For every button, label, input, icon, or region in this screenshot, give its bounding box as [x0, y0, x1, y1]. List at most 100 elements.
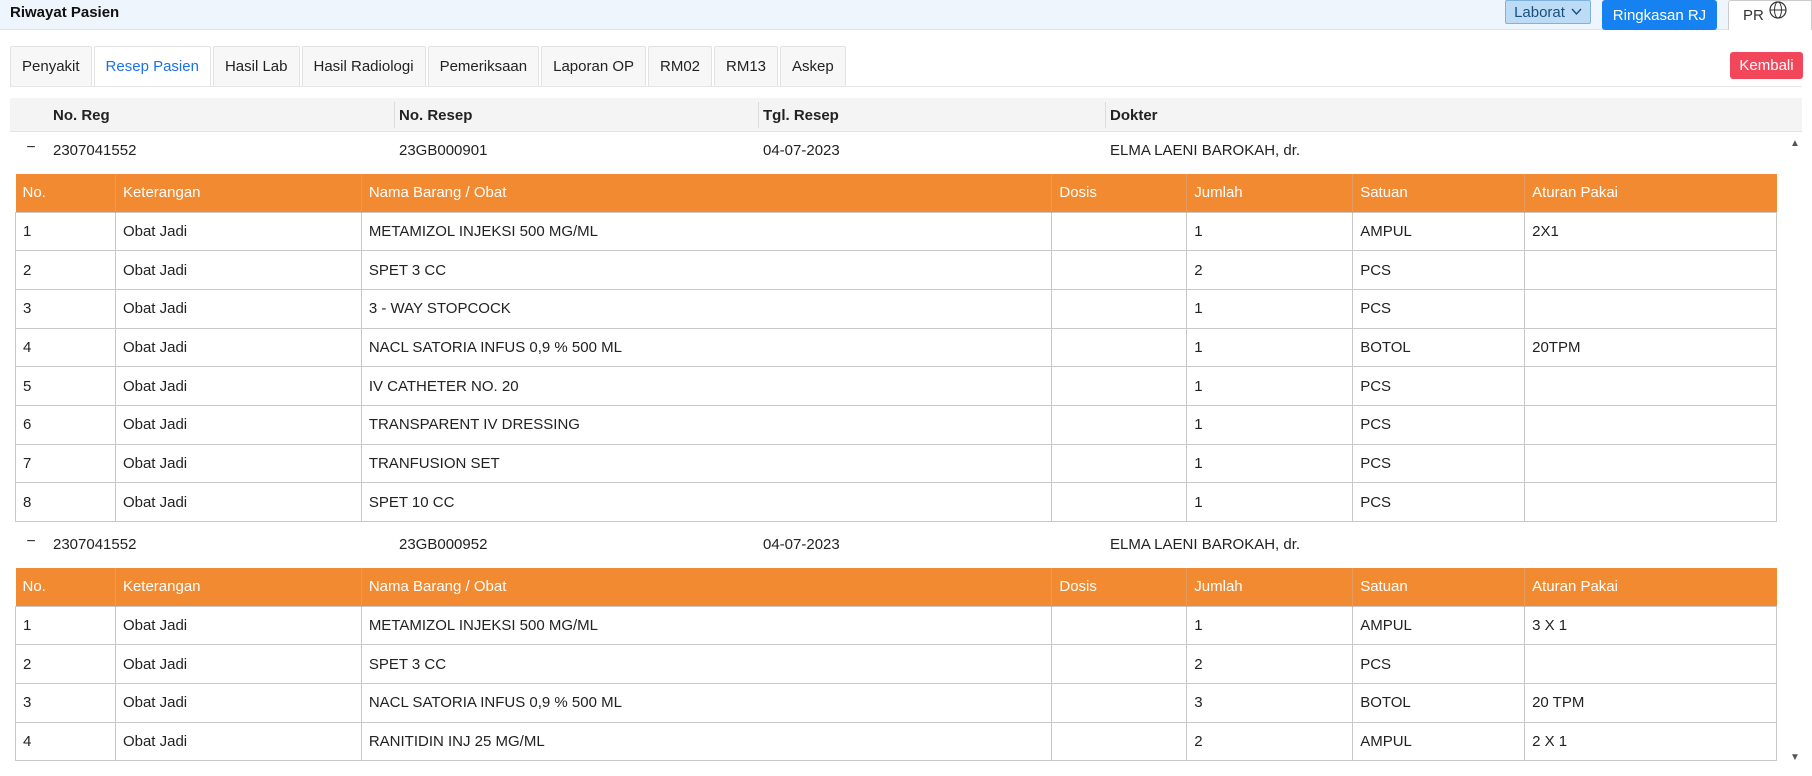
page-title: Riwayat Pasien — [10, 4, 120, 21]
col-aturan-pakai-header[interactable]: Aturan Pakai — [1524, 174, 1777, 212]
detail-table: No. Keterangan Nama Barang / Obat Dosis Juml… — [15, 174, 1777, 522]
table-row[interactable]: 2 Obat Jadi SPET 3 CC 2 PCS — [15, 250, 1777, 290]
col-aturan-pakai-cell — [1524, 404, 1777, 445]
col-no-cell: 4 — [15, 327, 116, 368]
ringkasan-rj-button[interactable]: Ringkasan RJ — [1602, 0, 1717, 30]
col-jumlah-cell: 1 — [1186, 366, 1354, 406]
tab-laporan-op[interactable]: Laporan OP — [541, 46, 646, 86]
column-divider — [1105, 102, 1106, 128]
col-jumlah-header[interactable]: Jumlah — [1186, 568, 1354, 606]
col-aturan-pakai-header[interactable]: Aturan Pakai — [1524, 568, 1777, 606]
scroll-up-icon[interactable]: ▲ — [1788, 138, 1802, 150]
tab-askep[interactable]: Askep — [780, 46, 846, 86]
col-aturan-pakai-cell — [1524, 443, 1777, 484]
col-no-cell: 1 — [15, 605, 116, 646]
col-keterangan-header[interactable]: Keterangan — [115, 174, 362, 212]
table-row[interactable]: 5 Obat Jadi IV CATHETER NO. 20 1 PCS — [15, 366, 1777, 406]
grid-header: No. Reg No. Resep Tgl. Resep Dokter — [10, 98, 1802, 132]
col-keterangan-header[interactable]: Keterangan — [115, 568, 362, 606]
tab-hasil-lab[interactable]: Hasil Lab — [212, 46, 300, 86]
tab-bar: Penyakit Resep Pasien Hasil Lab Hasil Radio… — [10, 46, 848, 86]
col-keterangan-cell: Obat Jadi — [114, 404, 362, 445]
col-satuan-cell: PCS — [1352, 443, 1526, 484]
col-no-header[interactable]: No. — [15, 174, 116, 212]
tab-penyakit[interactable]: Penyakit — [10, 46, 92, 86]
col-satuan-header[interactable]: Satuan — [1352, 174, 1526, 212]
col-keterangan-cell: Obat Jadi — [114, 644, 362, 684]
column-divider — [758, 102, 759, 128]
col-aturan-pakai-cell: 2X1 — [1524, 211, 1777, 252]
table-row[interactable]: 3 Obat Jadi 3 - WAY STOPCOCK 1 PCS — [15, 288, 1777, 329]
tab-hasil-radiologi[interactable]: Hasil Radiologi — [301, 46, 426, 86]
table-row[interactable]: 3 Obat Jadi NACL SATORIA INFUS 0,9 % 500 M… — [15, 682, 1777, 723]
col-dosis-cell — [1051, 644, 1188, 684]
table-row[interactable]: 7 Obat Jadi TRANFUSION SET 1 PCS — [15, 443, 1777, 484]
col-aturan-pakai-cell: 20TPM — [1524, 327, 1777, 368]
col-nama-barang-cell: TRANSPARENT IV DRESSING — [360, 404, 1053, 445]
col-nama-barang-cell: RANITIDIN INJ 25 MG/ML — [360, 721, 1053, 762]
master-row[interactable]: − 2307041552 23GB000901 04-07-2023 ELMA … — [10, 133, 1802, 169]
master-row[interactable]: − 2307041552 23GB000952 04-07-2023 ELMA … — [10, 527, 1802, 563]
col-keterangan-cell: Obat Jadi — [114, 288, 362, 329]
tab-pemeriksaan[interactable]: Pemeriksaan — [427, 46, 540, 86]
col-no-cell: 3 — [15, 682, 116, 723]
col-dosis-cell — [1051, 721, 1188, 762]
col-no-cell: 2 — [15, 250, 116, 290]
col-nama-barang-cell: TRANFUSION SET — [360, 443, 1053, 484]
laborat-dropdown[interactable]: Laborat — [1505, 0, 1591, 24]
col-jumlah-header[interactable]: Jumlah — [1186, 174, 1354, 212]
dokter: ELMA LAENI BAROKAH, dr. — [1110, 536, 1301, 553]
col-no-header[interactable]: No. — [15, 568, 116, 606]
tab-rm02[interactable]: RM02 — [648, 46, 713, 86]
col-aturan-pakai-cell — [1524, 250, 1777, 290]
col-keterangan-cell: Obat Jadi — [114, 605, 362, 646]
col-no-cell: 5 — [15, 366, 116, 406]
col-header-dokter: Dokter — [1110, 107, 1158, 124]
col-no-cell: 3 — [15, 288, 116, 329]
column-divider — [394, 102, 395, 128]
col-nama-barang-cell: METAMIZOL INJEKSI 500 MG/ML — [360, 605, 1053, 646]
col-nama-barang-header[interactable]: Nama Barang / Obat — [361, 568, 1053, 606]
table-row[interactable]: 1 Obat Jadi METAMIZOL INJEKSI 500 MG/ML 1 AM… — [15, 605, 1777, 646]
kembali-button[interactable]: Kembali — [1730, 52, 1803, 79]
collapse-icon[interactable]: − — [24, 534, 38, 550]
pr-button[interactable]: PR — [1728, 0, 1812, 30]
detail-table: No. Keterangan Nama Barang / Obat Dosis Juml… — [15, 568, 1777, 762]
tab-resep-pasien[interactable]: Resep Pasien — [93, 46, 211, 86]
resep-grid: No. Reg No. Resep Tgl. Resep Dokter — [10, 98, 1802, 132]
col-no-cell: 1 — [15, 211, 116, 252]
col-keterangan-cell: Obat Jadi — [114, 482, 362, 522]
col-satuan-cell: PCS — [1352, 250, 1526, 290]
detail-header-row: No. Keterangan Nama Barang / Obat Dosis Juml… — [15, 568, 1777, 606]
table-row[interactable]: 6 Obat Jadi TRANSPARENT IV DRESSING 1 PCS — [15, 404, 1777, 445]
col-no-cell: 6 — [15, 404, 116, 445]
col-jumlah-cell: 3 — [1186, 682, 1354, 723]
col-nama-barang-cell: SPET 3 CC — [360, 644, 1053, 684]
col-aturan-pakai-cell — [1524, 644, 1777, 684]
col-aturan-pakai-cell: 20 TPM — [1524, 682, 1777, 723]
scroll-down-icon[interactable]: ▼ — [1788, 752, 1802, 764]
table-row[interactable]: 4 Obat Jadi RANITIDIN INJ 25 MG/ML 2 AMPUL 2 … — [15, 721, 1777, 762]
col-satuan-header[interactable]: Satuan — [1352, 568, 1526, 606]
table-row[interactable]: 1 Obat Jadi METAMIZOL INJEKSI 500 MG/ML 1 AM… — [15, 211, 1777, 252]
collapse-icon[interactable]: − — [24, 140, 38, 156]
col-aturan-pakai-cell: 2 X 1 — [1524, 721, 1777, 762]
no-resep: 23GB000901 — [399, 142, 488, 159]
col-aturan-pakai-cell — [1524, 288, 1777, 329]
table-row[interactable]: 4 Obat Jadi NACL SATORIA INFUS 0,9 % 500 M… — [15, 327, 1777, 368]
col-aturan-pakai-cell — [1524, 366, 1777, 406]
tab-rm13[interactable]: RM13 — [714, 46, 779, 86]
col-dosis-header[interactable]: Dosis — [1051, 174, 1188, 212]
col-nama-barang-header[interactable]: Nama Barang / Obat — [361, 174, 1053, 212]
table-row[interactable]: 8 Obat Jadi SPET 10 CC 1 PCS — [15, 482, 1777, 522]
tgl-resep: 04-07-2023 — [763, 142, 840, 159]
col-satuan-cell: PCS — [1352, 644, 1526, 684]
col-keterangan-cell: Obat Jadi — [114, 211, 362, 252]
col-dosis-header[interactable]: Dosis — [1051, 568, 1188, 606]
col-dosis-cell — [1051, 211, 1188, 252]
col-keterangan-cell: Obat Jadi — [114, 443, 362, 484]
col-nama-barang-cell: NACL SATORIA INFUS 0,9 % 500 ML — [360, 327, 1053, 368]
col-dosis-cell — [1051, 443, 1188, 484]
col-nama-barang-cell: SPET 3 CC — [360, 250, 1053, 290]
table-row[interactable]: 2 Obat Jadi SPET 3 CC 2 PCS — [15, 644, 1777, 684]
